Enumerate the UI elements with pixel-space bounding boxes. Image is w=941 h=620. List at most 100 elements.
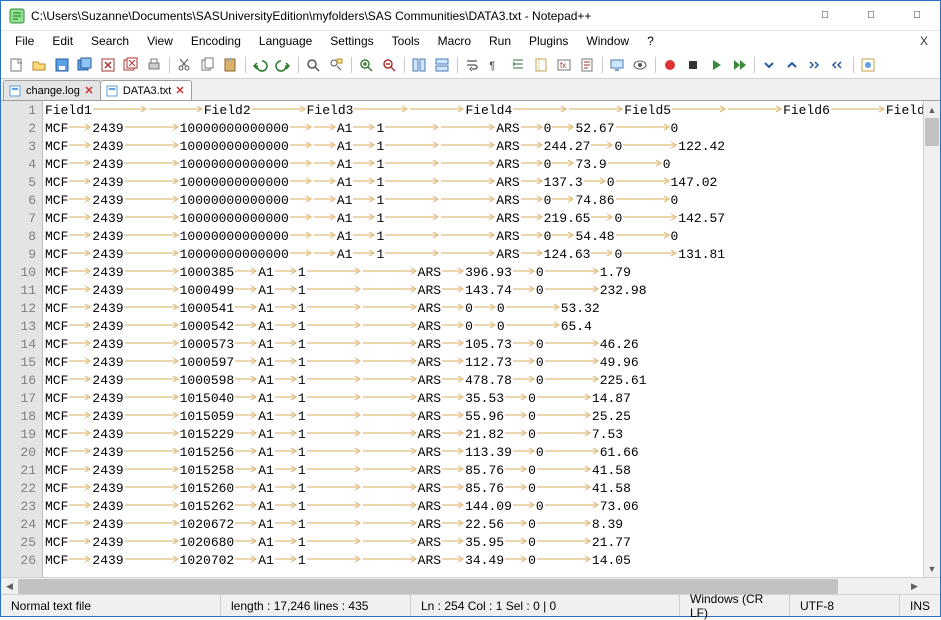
menu-edit[interactable]: Edit [44, 33, 81, 49]
menu-file[interactable]: File [7, 33, 42, 49]
close-all-button[interactable] [120, 54, 142, 76]
menu-settings[interactable]: Settings [322, 33, 381, 49]
stop-button[interactable] [682, 54, 704, 76]
hscroll-thumb[interactable] [18, 579, 838, 594]
undo-button[interactable] [249, 54, 271, 76]
status-position: Ln : 254 Col : 1 Sel : 0 | 0 [411, 595, 680, 616]
editor-line: MCF24391015262A11ARS144.09073.06 [45, 498, 921, 516]
editor-line: MCF243910000000000000A11ARS052.670 [45, 120, 921, 138]
editor-line: MCF24391020672A11ARS22.5608.39 [45, 516, 921, 534]
tab-changelog[interactable]: change.log [3, 80, 101, 100]
lang-button[interactable]: fx [553, 54, 575, 76]
menu-q[interactable]: ? [639, 33, 662, 49]
app-icon [9, 8, 25, 24]
open-button[interactable] [28, 54, 50, 76]
save-all-button[interactable] [74, 54, 96, 76]
paste-button[interactable] [219, 54, 241, 76]
menubar-close-doc[interactable]: X [914, 34, 934, 48]
monitor-icon [609, 57, 625, 73]
wrap-button[interactable] [461, 54, 483, 76]
eye-button[interactable] [629, 54, 651, 76]
status-eol[interactable]: Windows (CR LF) [680, 595, 790, 616]
menu-view[interactable]: View [139, 33, 181, 49]
minimize-button[interactable]:  [802, 1, 848, 31]
editor: 1234567891011121314151617181920212223242… [1, 101, 940, 577]
editor-line: MCF24391015059A11ARS55.96025.25 [45, 408, 921, 426]
scroll-up-icon[interactable]: ▲ [924, 101, 940, 118]
menu-search[interactable]: Search [83, 33, 137, 49]
redo-icon [275, 57, 291, 73]
save-icon [54, 57, 70, 73]
indent-button[interactable] [507, 54, 529, 76]
scroll-track[interactable] [924, 118, 940, 560]
tab-close-icon[interactable] [84, 85, 96, 97]
play-fast-icon [731, 57, 747, 73]
menu-plugins[interactable]: Plugins [521, 33, 576, 49]
sync-v-button[interactable] [408, 54, 430, 76]
play-fast-button[interactable] [728, 54, 750, 76]
zoom-in-button[interactable] [355, 54, 377, 76]
find-button[interactable] [302, 54, 324, 76]
save-button[interactable] [51, 54, 73, 76]
menu-window[interactable]: Window [578, 33, 637, 49]
all-chars-button[interactable]: ¶ [484, 54, 506, 76]
new-icon [8, 57, 24, 73]
editor-line: MCF24391000573A11ARS105.73046.26 [45, 336, 921, 354]
record-button[interactable] [659, 54, 681, 76]
redo-button[interactable] [272, 54, 294, 76]
monitor-button[interactable] [606, 54, 628, 76]
editor-line: MCF24391000385A11ARS396.9301.79 [45, 264, 921, 282]
scroll-thumb[interactable] [925, 118, 939, 146]
vertical-scrollbar[interactable]: ▲ ▼ [923, 101, 940, 577]
status-mode[interactable]: INS [900, 595, 940, 616]
menu-language[interactable]: Language [251, 33, 320, 49]
copy-icon [199, 57, 215, 73]
horizontal-scrollbar[interactable]: ◀ ▶ [1, 577, 940, 594]
sync-h-icon [434, 57, 450, 73]
fold-open-button[interactable] [758, 54, 780, 76]
status-length: length : 17,246 lines : 435 [221, 595, 411, 616]
replace-button[interactable] [325, 54, 347, 76]
sync-h-button[interactable] [431, 54, 453, 76]
hscroll-track[interactable] [18, 578, 906, 595]
editor-content[interactable]: Field1Field2Field3Field4Field5Field6Fiel… [43, 101, 923, 577]
scroll-right-icon[interactable]: ▶ [906, 578, 923, 595]
doc-map-button[interactable] [576, 54, 598, 76]
zoom-out-button[interactable] [378, 54, 400, 76]
scroll-left-icon[interactable]: ◀ [1, 578, 18, 595]
tab-data3txt[interactable]: DATA3.txt [100, 80, 193, 100]
play-button[interactable] [705, 54, 727, 76]
cut-button[interactable] [173, 54, 195, 76]
unfold-level-button[interactable] [827, 54, 849, 76]
copy-button[interactable] [196, 54, 218, 76]
status-filetype: Normal text file [1, 595, 221, 616]
close-button[interactable]:  [894, 1, 940, 31]
scroll-corner [923, 578, 940, 595]
guide-button[interactable] [530, 54, 552, 76]
menu-encoding[interactable]: Encoding [183, 33, 249, 49]
new-button[interactable] [5, 54, 27, 76]
fold-close-icon [784, 57, 800, 73]
maximize-button[interactable]:  [848, 1, 894, 31]
fold-level-button[interactable] [804, 54, 826, 76]
status-encoding[interactable]: UTF-8 [790, 595, 900, 616]
scroll-down-icon[interactable]: ▼ [924, 560, 940, 577]
close-button[interactable] [97, 54, 119, 76]
lang-icon: fx [556, 57, 572, 73]
menu-macro[interactable]: Macro [430, 33, 479, 49]
editor-line: MCF24391000541A11ARS0053.32 [45, 300, 921, 318]
fold-close-button[interactable] [781, 54, 803, 76]
menu-tools[interactable]: Tools [384, 33, 428, 49]
menu-run[interactable]: Run [481, 33, 519, 49]
tab-close-icon[interactable] [175, 85, 187, 97]
print-button[interactable] [143, 54, 165, 76]
print-icon [146, 57, 162, 73]
paste-icon [222, 57, 238, 73]
editor-line: MCF243910000000000000A11ARS073.90 [45, 156, 921, 174]
statusbar: Normal text file length : 17,246 lines :… [1, 594, 940, 616]
window-title: C:\Users\Suzanne\Documents\SASUniversity… [31, 9, 802, 23]
toolbar-separator [401, 54, 407, 76]
bookmark-button[interactable] [857, 54, 879, 76]
toolbar-separator [751, 54, 757, 76]
stop-icon [685, 57, 701, 73]
